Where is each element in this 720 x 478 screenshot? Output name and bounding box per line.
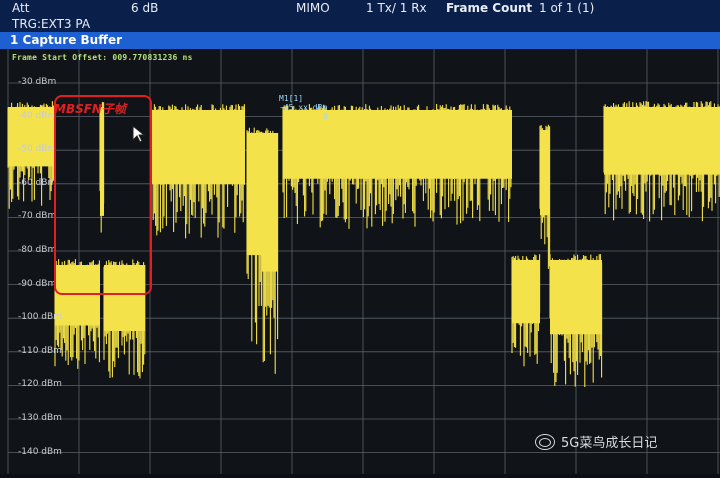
y-axis-label: -110 dBm [18, 345, 62, 356]
y-axis-label: -140 dBm [18, 446, 62, 457]
att-value: 6 dB [131, 1, 159, 15]
mode-label: MIMO [296, 1, 330, 15]
mbsfn-annotation-label: MBSFN子帧 [54, 102, 126, 116]
mouse-pointer-icon [132, 125, 146, 143]
wechat-icon [535, 433, 555, 450]
watermark-text: 5G菜鸟成长日记 [561, 436, 658, 451]
y-axis-label: -70 dBm [18, 211, 57, 222]
txrx-label: 1 Tx/ 1 Rx [366, 1, 427, 15]
y-axis-label: -120 dBm [18, 379, 62, 390]
y-axis-label: -90 dBm [18, 278, 57, 289]
frame-count-label: Frame Count [446, 1, 533, 15]
y-axis-label: -80 dBm [18, 245, 57, 255]
marker-line-1: M1[1] [279, 94, 304, 103]
y-axis-label: -50 dBm [18, 144, 57, 155]
y-axis-label: -40 dBm [18, 110, 57, 121]
watermark: 5G菜鸟成长日记 [535, 432, 657, 451]
spectrum-analyzer-screen: Att 6 dB MIMO 1 Tx/ 1 Rx Frame Count 1 o… [0, 0, 720, 474]
y-axis-label: -130 dBm [18, 413, 62, 423]
att-label: Att [12, 1, 30, 15]
instrument-header-row-2: TRG:EXT3 PA [0, 16, 720, 32]
instrument-header-row-1: Att 6 dB MIMO 1 Tx/ 1 Rx Frame Count 1 o… [0, 0, 720, 16]
marker-line-2: -45.xx dBm [279, 103, 328, 112]
y-axis-label: -30 dBm [18, 77, 57, 87]
capture-buffer-title: 1 Capture Buffer [10, 33, 123, 47]
marker-line-3: 0 [323, 112, 328, 121]
marker-readout: M1[1] -45.xx dBm 0 [279, 94, 328, 121]
y-axis-label: -100 dBm [18, 312, 62, 323]
frame-count-value: 1 of 1 (1) [539, 1, 595, 15]
trigger-label: TRG:EXT3 PA [12, 17, 91, 31]
y-axis-label: -60 dBm [18, 177, 57, 188]
capture-buffer-title-bar[interactable]: 1 Capture Buffer [0, 32, 720, 49]
frame-start-offset: Frame Start Offset: 009.770831236 ns [12, 53, 193, 62]
